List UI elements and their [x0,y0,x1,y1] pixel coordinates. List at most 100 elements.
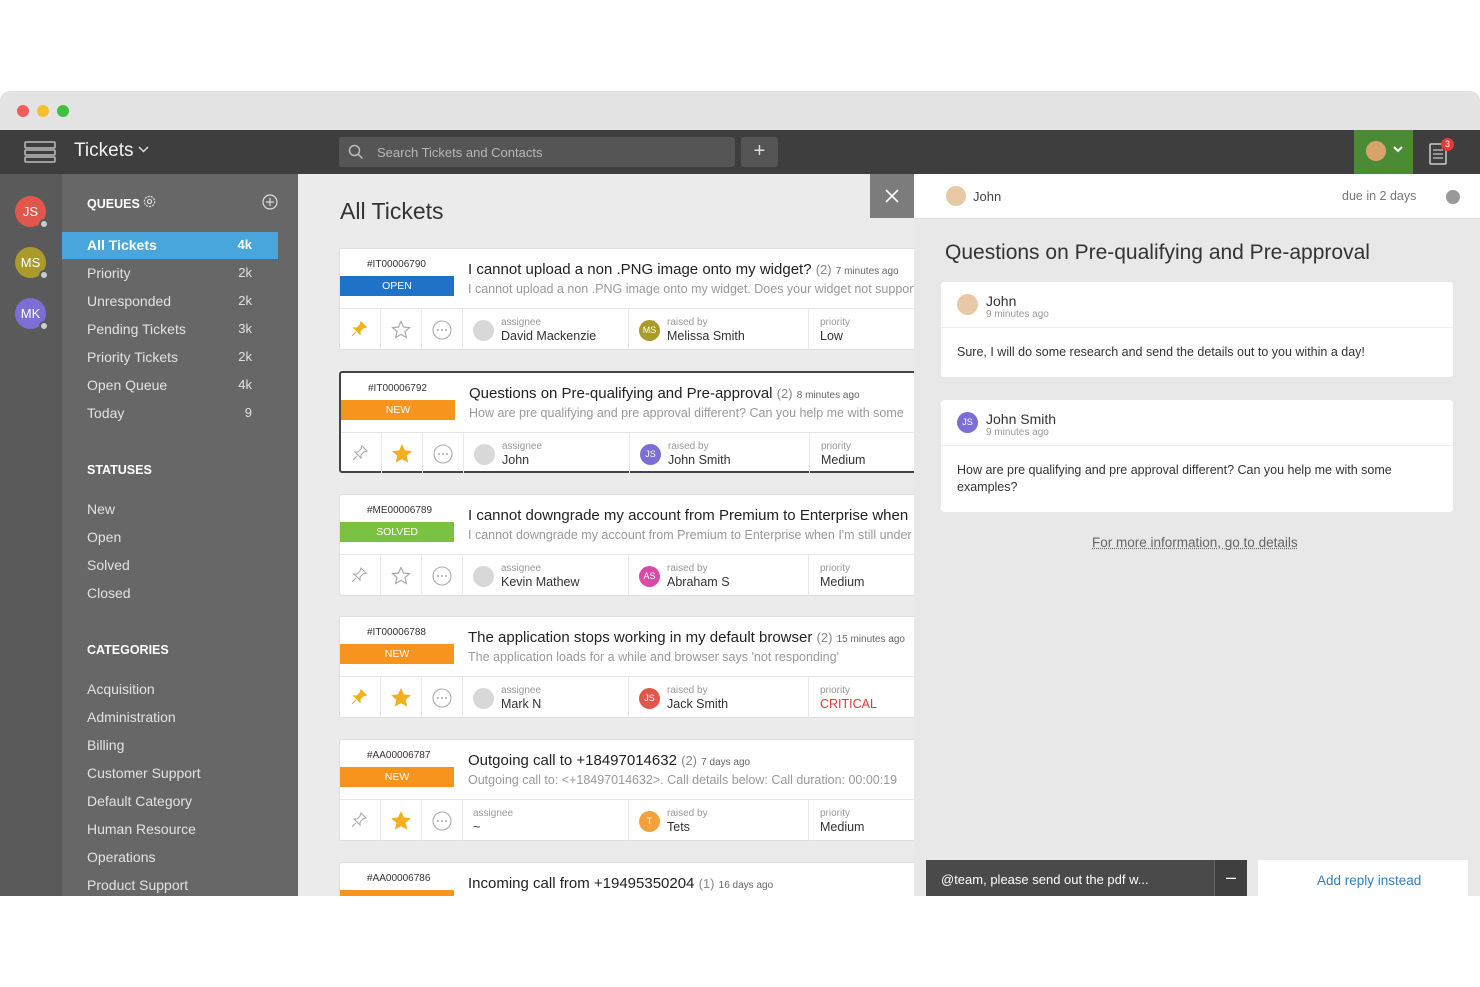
category-item[interactable]: Billing [62,732,278,759]
queue-item-pending-tickets[interactable]: Pending Tickets 3k [62,316,278,343]
category-item[interactable]: Human Resource [62,816,278,843]
status-item-closed[interactable]: Closed [62,580,278,607]
app-title[interactable]: Tickets [74,140,133,162]
details-link[interactable]: For more information, go to details [1092,535,1298,550]
ticket-time: 8 minutes ago [796,390,860,401]
category-item[interactable]: Default Category [62,788,278,815]
pin-button[interactable] [340,677,381,719]
more-button[interactable] [423,433,464,475]
reply-draft-text: @team, please send out the pdf w... [941,872,1149,887]
raised-by-field[interactable]: AS raised by Abraham S [629,555,809,597]
status-item-solved[interactable]: Solved [62,552,278,579]
raised-by-field[interactable]: Traised by Tets [629,800,809,842]
queue-item-priority-tickets[interactable]: Priority Tickets 2k [62,344,278,371]
pin-button[interactable] [340,309,381,351]
message-body: How are pre qualifying and pre approval … [957,463,1392,494]
reply-draft-bar[interactable]: @team, please send out the pdf w... – [926,860,1247,896]
ticket-title[interactable]: I cannot upload a non .PNG image onto my… [468,261,899,278]
assignee-field[interactable]: assignee John [464,433,630,475]
minimize-window-button[interactable] [37,105,49,117]
raised-by-name: Tets [667,820,690,834]
add-button[interactable]: + [741,137,778,167]
agent-avatar[interactable]: MS [15,247,49,280]
assignee-field[interactable]: assignee ~ [463,800,629,842]
raised-by-field[interactable]: JS raised by Jack Smith [629,677,809,719]
raised-by-field[interactable]: MS raised by Melissa Smith [629,309,809,351]
ticket-card[interactable]: #IT00006788 NEW The application stops work… [339,616,914,719]
sidebar: QUEUES All Tickets 4k Priority 2k Unrespon… [62,174,298,896]
ticket-title[interactable]: The application stops working in my defa… [468,629,905,646]
add-queue-icon[interactable] [262,194,278,210]
priority-field[interactable]: priority CRITICAL [809,677,914,719]
ticket-id: #IT00006790 [367,259,426,270]
ticket-id: #IT00006792 [368,383,427,394]
agent-avatar[interactable]: MK [15,298,49,331]
more-button[interactable] [422,677,463,719]
ticket-card[interactable]: #AA00006787 NEW Outgoing call to +18497014… [339,739,914,842]
assignee-field[interactable]: assignee Mark N [463,677,629,719]
close-window-button[interactable] [17,105,29,117]
category-item[interactable]: Acquisition [62,676,278,703]
add-reply-button[interactable]: Add reply instead [1258,860,1468,896]
message-author: John [986,293,1017,309]
priority-field[interactable]: priority Medium [809,800,914,842]
avatar: T [639,811,660,832]
queue-item-open-queue[interactable]: Open Queue 4k [62,372,278,399]
pin-button[interactable] [341,433,382,475]
chevron-down-icon[interactable] [137,143,150,159]
category-item[interactable]: Administration [62,704,278,731]
gear-icon[interactable] [142,194,157,209]
assignee-name: Mark N [501,697,542,711]
maximize-window-button[interactable] [57,105,69,117]
more-button[interactable] [422,800,463,842]
status-badge: NEW [340,644,454,664]
top-bar: Tickets + 3 [0,130,1480,174]
priority-field[interactable]: priority Medium [810,433,914,475]
star-button[interactable] [381,800,422,842]
more-button[interactable] [422,309,463,351]
category-item[interactable]: Product Support [62,872,278,896]
pin-button[interactable] [340,555,381,597]
assignee-name[interactable]: John [973,189,1001,204]
raised-by-field[interactable]: JS raised by John Smith [630,433,810,475]
ticket-title[interactable]: Outgoing call to +18497014632 (2) 7 days… [468,752,750,769]
ticket-card[interactable]: #AA00006786 NEW Incoming call from +194953… [339,862,914,896]
search-input[interactable] [377,137,727,167]
assignee-name: Kevin Mathew [501,575,580,589]
notifications-button[interactable]: 3 [1424,137,1460,167]
priority-value: Low [820,329,843,343]
star-button[interactable] [381,309,422,351]
queue-item-unresponded[interactable]: Unresponded 2k [62,288,278,315]
assignee-field[interactable]: assignee Kevin Mathew [463,555,629,597]
raised-by-name: Abraham S [667,575,730,589]
avatar: JS [640,444,661,465]
queue-item-priority[interactable]: Priority 2k [62,260,278,287]
queue-item-all-tickets[interactable]: All Tickets 4k [62,232,278,259]
category-item[interactable]: Customer Support [62,760,278,787]
queue-item-today[interactable]: Today 9 [62,400,278,427]
ticket-card[interactable]: #IT00006790 OPEN I cannot upload a non .PN… [339,248,914,351]
star-button[interactable] [382,433,423,475]
user-menu-button[interactable] [1354,130,1413,174]
agent-avatar[interactable]: JS [15,196,49,229]
ticket-title[interactable]: I cannot downgrade my account from Premi… [468,507,908,524]
close-detail-button[interactable] [870,174,914,218]
star-button[interactable] [381,677,422,719]
ticket-card[interactable]: #IT00006792 NEW Questions on Pre-qualifyin… [339,371,914,475]
ticket-title[interactable]: Incoming call from +19495350204 (1) 16 d… [468,875,773,892]
minimize-draft-button[interactable]: – [1214,860,1247,896]
status-indicator[interactable] [1446,190,1460,204]
priority-field[interactable]: priority Low [809,309,914,351]
ticket-card[interactable]: #ME00006789 SOLVED I cannot downgrade my a… [339,494,914,597]
status-item-new[interactable]: New [62,496,278,523]
pin-button[interactable] [340,800,381,842]
assignee-name: David Mackenzie [501,329,597,343]
status-item-open[interactable]: Open [62,524,278,551]
category-item[interactable]: Operations [62,844,278,871]
priority-field[interactable]: priority Medium [809,555,914,597]
star-button[interactable] [381,555,422,597]
menu-icon[interactable] [24,141,56,163]
assignee-field[interactable]: assignee David Mackenzie [463,309,629,351]
ticket-title[interactable]: Questions on Pre-qualifying and Pre-appr… [469,385,860,402]
more-button[interactable] [422,555,463,597]
